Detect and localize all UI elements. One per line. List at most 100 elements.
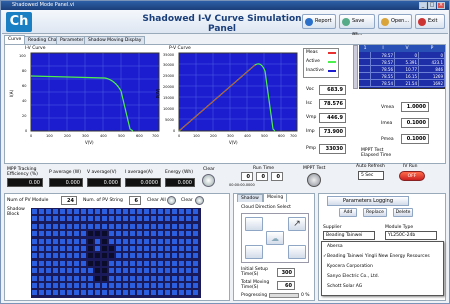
shadow-cell[interactable] — [101, 259, 108, 267]
table-scrollbar[interactable] — [353, 45, 358, 89]
shadow-cell[interactable] — [185, 274, 192, 282]
shadow-cell[interactable] — [129, 237, 136, 245]
shadow-cell[interactable] — [157, 222, 164, 230]
shadow-cell[interactable] — [80, 259, 87, 267]
shadow-cell[interactable] — [80, 230, 87, 238]
maximize-button[interactable]: □ — [428, 2, 436, 9]
shadow-cell[interactable] — [143, 230, 150, 238]
shadow-cell[interactable] — [31, 208, 38, 215]
shadow-cell[interactable] — [136, 289, 143, 297]
shadow-cell[interactable] — [45, 289, 52, 297]
shadow-cell[interactable] — [45, 267, 52, 275]
tab-shadow[interactable]: Shadow — [237, 194, 263, 202]
shadow-cell[interactable] — [52, 208, 59, 215]
shadow-cell[interactable] — [66, 222, 73, 230]
direction-ne-arrow-icon[interactable]: ↗ — [288, 217, 306, 231]
delete-button[interactable]: Delete — [393, 208, 413, 217]
shadow-cell[interactable] — [164, 237, 171, 245]
shadow-cell[interactable] — [164, 215, 171, 223]
shadow-cell[interactable] — [52, 237, 59, 245]
shadow-cell[interactable] — [87, 208, 94, 215]
shadow-cell[interactable] — [59, 274, 66, 282]
shadow-cell[interactable] — [45, 230, 52, 238]
shadow-cell[interactable] — [178, 282, 185, 289]
shadow-cell[interactable] — [101, 222, 108, 230]
shadow-cell[interactable] — [94, 252, 101, 260]
shadow-cell[interactable] — [136, 215, 143, 223]
shadow-cell[interactable] — [164, 252, 171, 260]
shadow-cell[interactable] — [129, 215, 136, 223]
shadow-cell[interactable] — [122, 267, 129, 275]
shadow-cell[interactable] — [143, 274, 150, 282]
direction-se-button[interactable] — [288, 245, 306, 259]
shadow-cell[interactable] — [80, 282, 87, 289]
module-type-select[interactable]: YL250C-24b — [385, 231, 437, 240]
shadow-cell[interactable] — [143, 259, 150, 267]
shadow-cell[interactable] — [31, 282, 38, 289]
shadow-cell[interactable] — [38, 267, 45, 275]
shadow-cell[interactable] — [171, 230, 178, 238]
shadow-cell[interactable] — [94, 230, 101, 238]
shadow-cell[interactable] — [45, 222, 52, 230]
shadow-cell[interactable] — [87, 230, 94, 238]
shadow-cell[interactable] — [52, 230, 59, 238]
shadow-cell[interactable] — [136, 267, 143, 275]
shadow-cell[interactable] — [136, 245, 143, 252]
shadow-cell[interactable] — [115, 215, 122, 223]
shadow-cell[interactable] — [178, 237, 185, 245]
shadow-cell[interactable] — [164, 282, 171, 289]
shadow-cell[interactable] — [171, 289, 178, 297]
shadow-cell[interactable] — [157, 267, 164, 275]
shadow-cell[interactable] — [31, 222, 38, 230]
shadow-cell[interactable] — [59, 245, 66, 252]
close-button[interactable]: × — [437, 2, 445, 9]
shadow-cell[interactable] — [94, 245, 101, 252]
shadow-cell[interactable] — [59, 252, 66, 260]
shadow-block-grid[interactable] — [31, 208, 201, 298]
shadow-cell[interactable] — [52, 274, 59, 282]
shadow-cell[interactable] — [101, 245, 108, 252]
supplier-option[interactable]: Schott Solar AG — [327, 284, 362, 289]
shadow-cell[interactable] — [122, 259, 129, 267]
shadow-cell[interactable] — [171, 222, 178, 230]
shadow-cell[interactable] — [94, 237, 101, 245]
shadow-cell[interactable] — [150, 289, 157, 297]
shadow-cell[interactable] — [178, 208, 185, 215]
shadow-cell[interactable] — [136, 252, 143, 260]
shadow-cell[interactable] — [45, 237, 52, 245]
report-button[interactable]: Report — [302, 14, 336, 29]
shadow-cell[interactable] — [94, 289, 101, 297]
shadow-cell[interactable] — [136, 282, 143, 289]
exit-button[interactable]: Exit — [415, 14, 445, 29]
shadow-cell[interactable] — [52, 222, 59, 230]
shadow-cell[interactable] — [87, 222, 94, 230]
shadow-cell[interactable] — [38, 215, 45, 223]
shadow-cell[interactable] — [87, 252, 94, 260]
shadow-cell[interactable] — [66, 252, 73, 260]
shadow-cell[interactable] — [38, 282, 45, 289]
shadow-cell[interactable] — [108, 222, 115, 230]
shadow-cell[interactable] — [108, 237, 115, 245]
shadow-cell[interactable] — [129, 230, 136, 238]
shadow-cell[interactable] — [129, 245, 136, 252]
shadow-cell[interactable] — [150, 267, 157, 275]
shadow-cell[interactable] — [59, 222, 66, 230]
mppt-test-button[interactable] — [307, 173, 321, 187]
shadow-cell[interactable] — [150, 282, 157, 289]
supplier-select[interactable]: Beading Tainwei — [323, 231, 375, 240]
shadow-cell[interactable] — [87, 289, 94, 297]
shadow-cell[interactable] — [122, 245, 129, 252]
shadow-cell[interactable] — [87, 237, 94, 245]
shadow-cell[interactable] — [73, 267, 80, 275]
shadow-cell[interactable] — [108, 230, 115, 238]
tab-moving[interactable]: Moving — [263, 193, 288, 202]
shadow-cell[interactable] — [38, 230, 45, 238]
shadow-cell[interactable] — [164, 230, 171, 238]
shadow-cell[interactable] — [108, 259, 115, 267]
shadow-cell[interactable] — [59, 282, 66, 289]
shadow-cell[interactable] — [122, 289, 129, 297]
shadow-cell[interactable] — [101, 208, 108, 215]
shadow-cell[interactable] — [157, 289, 164, 297]
shadow-cell[interactable] — [185, 237, 192, 245]
open-button[interactable]: Open... — [378, 14, 412, 29]
